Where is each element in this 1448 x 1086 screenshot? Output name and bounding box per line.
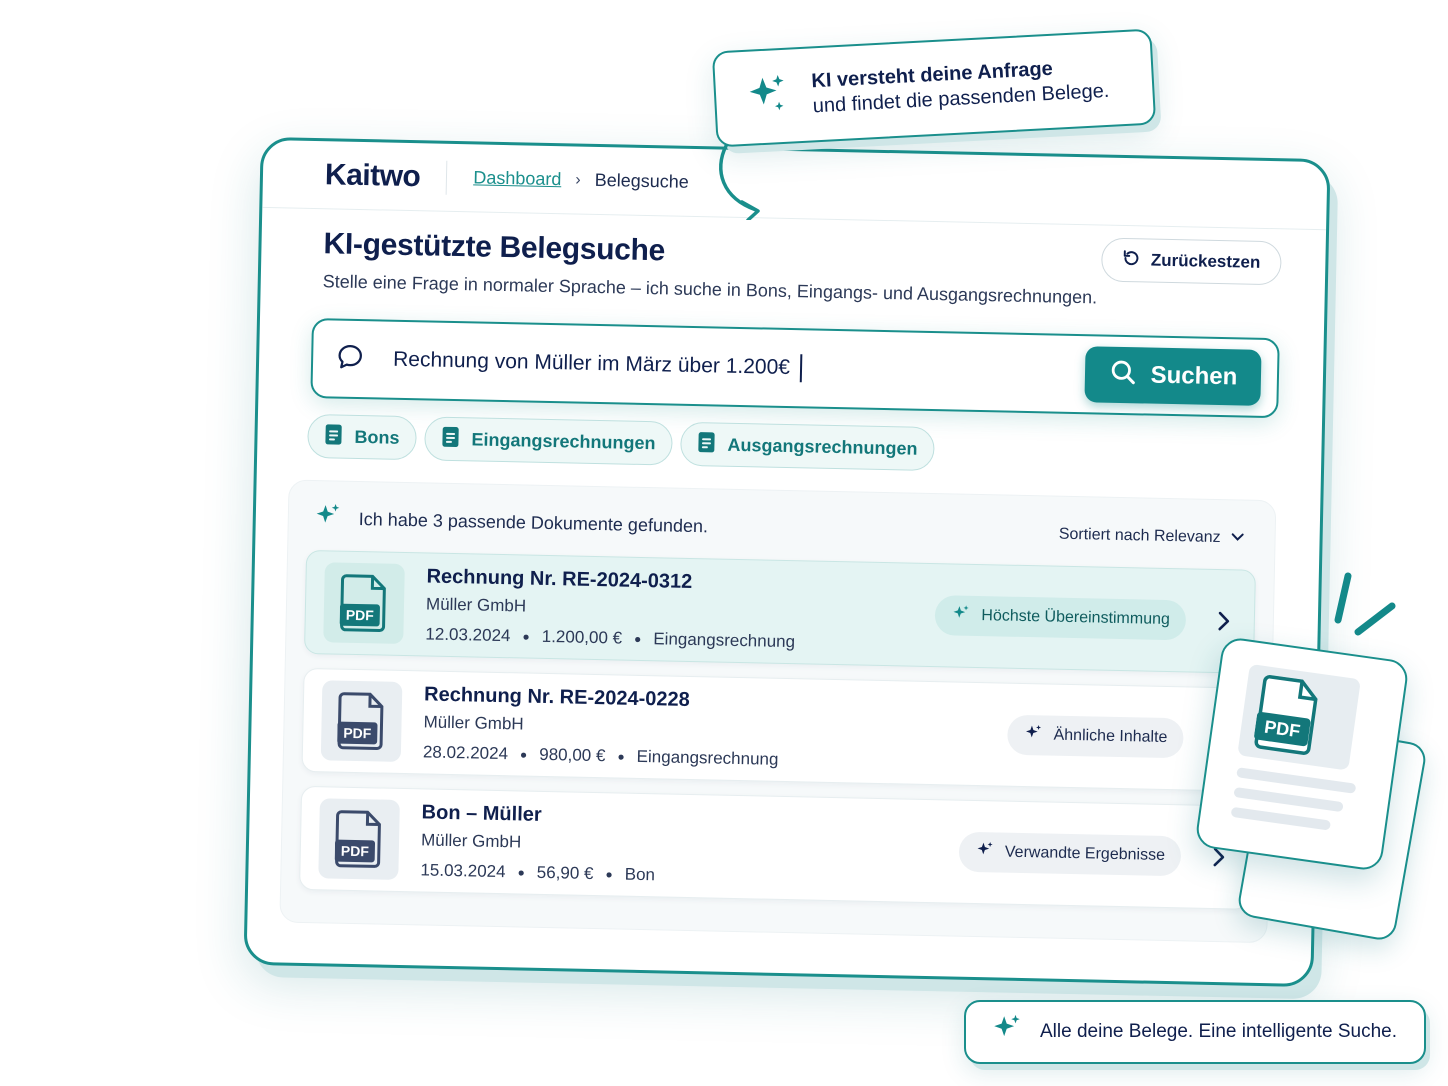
search-input-value: Rechnung von Müller im März über 1.200€ xyxy=(392,347,791,380)
reset-button[interactable]: Zurückestzen xyxy=(1101,237,1282,286)
result-card[interactable]: PDF Rechnung Nr. RE-2024-0312 Müller Gmb… xyxy=(303,549,1256,674)
filter-chip-label: Eingangsrechnungen xyxy=(471,428,656,453)
result-title: Bon – Müller xyxy=(421,800,542,826)
filter-chip-bons[interactable]: Bons xyxy=(307,413,417,461)
sort-label: Sortiert nach Relevanz xyxy=(1058,525,1221,546)
document-icon xyxy=(324,423,343,450)
callout-tagline: Alle deine Belege. Eine intelligente Suc… xyxy=(964,1000,1426,1064)
result-card[interactable]: PDF Bon – Müller Müller GmbH 15.03.2024 … xyxy=(299,785,1251,910)
pdf-file-icon: PDF xyxy=(334,810,381,868)
result-details: Bon – Müller Müller GmbH 15.03.2024 ● 56… xyxy=(420,801,959,891)
result-type: Eingangsrechnung xyxy=(636,746,779,769)
result-title: Rechnung Nr. RE-2024-0312 xyxy=(426,564,693,593)
result-amount: 1.200,00 € xyxy=(541,626,623,648)
match-badge: Verwandte Ergebnisse xyxy=(958,831,1182,877)
breadcrumb-current: Belegsuche xyxy=(594,169,689,192)
breadcrumb-separator: › xyxy=(575,170,581,189)
result-date: 12.03.2024 xyxy=(425,623,511,645)
floating-pdf-document: PDF xyxy=(1194,635,1410,873)
match-badge-label: Verwandte Ergebnisse xyxy=(1004,843,1166,864)
pdf-file-icon: PDF xyxy=(337,692,384,750)
meta-separator: ● xyxy=(633,631,642,646)
meta-separator: ● xyxy=(519,746,528,762)
result-details: Rechnung Nr. RE-2024-0312 Müller GmbH 12… xyxy=(425,565,936,655)
sparkle-icon xyxy=(990,1012,1024,1052)
pdf-file-icon: PDF xyxy=(339,574,386,632)
document-line xyxy=(1230,806,1332,831)
sparkle-icon xyxy=(312,501,343,537)
filter-chip-eingangsrechnungen[interactable]: Eingangsrechnungen xyxy=(424,416,673,466)
match-badge: Höchste Übereinstimmung xyxy=(934,595,1187,641)
document-icon xyxy=(697,431,716,458)
sort-dropdown[interactable]: Sortiert nach Relevanz xyxy=(1059,525,1253,547)
result-card[interactable]: PDF Rechnung Nr. RE-2024-0228 Müller Gmb… xyxy=(301,667,1254,792)
result-date: 15.03.2024 xyxy=(420,859,506,881)
meta-separator: ● xyxy=(605,866,613,881)
text-caret xyxy=(799,354,803,383)
reset-icon xyxy=(1123,248,1141,271)
breadcrumb: Dashboard › Belegsuche xyxy=(473,167,689,193)
result-type: Bon xyxy=(624,864,656,884)
match-badge-label: Höchste Übereinstimmung xyxy=(981,607,1171,629)
result-amount: 980,00 € xyxy=(539,744,606,765)
tagline-text: Alle deine Belege. Eine intelligente Suc… xyxy=(1040,1021,1398,1042)
pdf-file-icon: PDF xyxy=(1254,675,1318,755)
search-bar: Rechnung von Müller im März über 1.200€ … xyxy=(310,317,1280,419)
pdf-label: PDF xyxy=(346,607,375,624)
search-input[interactable]: Rechnung von Müller im März über 1.200€ xyxy=(393,346,1085,388)
pdf-thumbnail: PDF xyxy=(318,798,400,880)
reset-label: Zurückestzen xyxy=(1150,250,1261,272)
result-company: Müller GmbH xyxy=(425,593,527,616)
match-badge: Ähnliche Inhalte xyxy=(1007,714,1184,759)
callout-ai-understands: KI versteht deine Anfrage und findet die… xyxy=(711,28,1157,148)
chat-bubble-icon xyxy=(335,341,366,377)
result-meta: 12.03.2024 ● 1.200,00 € ● Eingangsrechnu… xyxy=(425,624,935,655)
result-date: 28.02.2024 xyxy=(422,741,509,763)
app-window: Kaitwo Dashboard › Belegsuche KI-gestütz… xyxy=(243,136,1331,988)
document-icon xyxy=(441,425,460,452)
result-meta: 15.03.2024 ● 56,90 € ● Bon xyxy=(420,860,958,891)
callout-text: KI versteht deine Anfrage und findet die… xyxy=(811,55,1110,118)
result-amount: 56,90 € xyxy=(536,862,594,883)
result-details: Rechnung Nr. RE-2024-0228 Müller GmbH 28… xyxy=(423,683,1009,774)
sparkle-icon xyxy=(975,840,996,865)
curved-arrow-icon xyxy=(719,144,760,220)
filter-chip-label: Bons xyxy=(354,426,400,448)
sparkle-icon xyxy=(743,70,792,123)
breadcrumb-dashboard-link[interactable]: Dashboard xyxy=(473,167,561,190)
match-badge-label: Ähnliche Inhalte xyxy=(1053,726,1168,747)
result-meta: 28.02.2024 ● 980,00 € ● Eingangsrechnung xyxy=(423,742,1007,774)
pdf-label: PDF xyxy=(341,843,370,860)
pdf-label: PDF xyxy=(343,725,372,742)
search-icon xyxy=(1108,357,1137,393)
results-summary: Ich habe 3 passende Dokumente gefunden. xyxy=(312,501,708,544)
result-company: Müller GmbH xyxy=(420,829,522,851)
results-summary-text: Ich habe 3 passende Dokumente gefunden. xyxy=(358,509,709,537)
result-company: Müller GmbH xyxy=(423,711,524,734)
search-button[interactable]: Suchen xyxy=(1084,346,1262,406)
chevron-down-icon xyxy=(1230,529,1244,547)
result-type: Eingangsrechnung xyxy=(653,628,796,651)
meta-separator: ● xyxy=(617,748,625,764)
meta-separator: ● xyxy=(517,864,525,880)
sparkle-icon xyxy=(1023,722,1044,747)
filter-chips: Bons Eingangsrechnungen Ausgangsrechnung… xyxy=(307,413,1322,479)
pdf-thumbnail: PDF xyxy=(320,680,403,762)
filter-chip-ausgangsrechnungen[interactable]: Ausgangsrechnungen xyxy=(680,421,935,472)
app-logo: Kaitwo xyxy=(324,157,448,195)
spark-lines-icon xyxy=(1334,572,1396,636)
chevron-right-icon xyxy=(1212,611,1236,631)
meta-separator: ● xyxy=(522,628,530,644)
sparkle-icon xyxy=(951,603,972,628)
results-panel: Ich habe 3 passende Dokumente gefunden. … xyxy=(279,479,1277,944)
pdf-thumbnail: PDF xyxy=(323,562,405,644)
filter-chip-label: Ausgangsrechnungen xyxy=(727,434,918,459)
search-button-label: Suchen xyxy=(1150,361,1238,391)
